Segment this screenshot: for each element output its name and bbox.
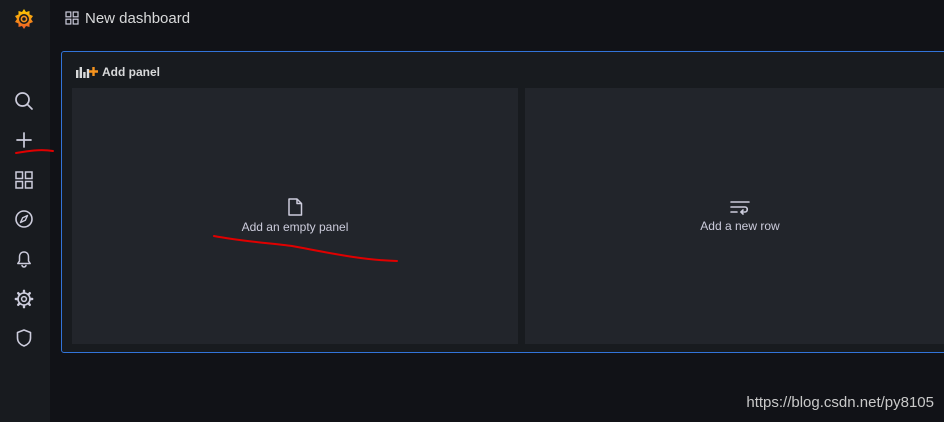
sidebar-item-search[interactable]: [0, 83, 48, 119]
plus-icon: [16, 132, 32, 148]
dashboards-icon: [65, 11, 79, 25]
watermark: https://blog.csdn.net/py8105: [746, 394, 934, 411]
add-panel-widget: Add panel Add an empty panel Add a new r…: [61, 51, 944, 353]
add-panel-icon: [76, 67, 98, 78]
add-empty-panel-button[interactable]: Add an empty panel: [72, 88, 518, 344]
sidebar-item-server-admin[interactable]: [0, 320, 48, 356]
grafana-app: New dashboard Add panel Add an empty pan…: [0, 0, 944, 422]
explore-icon: [15, 210, 33, 228]
sidebar-item-dashboards[interactable]: [0, 162, 48, 198]
grafana-logo-icon: [15, 9, 33, 29]
sidebar: [0, 0, 50, 422]
panel-title: Add panel: [102, 65, 161, 79]
grafana-logo[interactable]: [0, 1, 48, 37]
add-new-row-label: Add a new row: [700, 219, 780, 233]
add-new-row-button[interactable]: Add a new row: [525, 88, 944, 344]
wrap-row-icon: [730, 201, 750, 215]
search-icon: [15, 92, 33, 110]
sidebar-item-create[interactable]: [0, 122, 48, 158]
bell-icon: [17, 251, 31, 268]
panel-header: Add panel: [76, 65, 160, 79]
gear-icon: [14, 289, 34, 309]
top-navbar: New dashboard: [50, 0, 944, 36]
add-empty-panel-label: Add an empty panel: [241, 220, 349, 234]
dashboard-title[interactable]: New dashboard: [85, 10, 190, 27]
dashboards-icon: [15, 171, 33, 189]
sidebar-item-alerting[interactable]: [0, 241, 48, 277]
file-icon: [288, 198, 303, 216]
sidebar-item-explore[interactable]: [0, 201, 48, 237]
sidebar-item-configuration[interactable]: [0, 281, 48, 317]
shield-icon: [16, 329, 32, 347]
